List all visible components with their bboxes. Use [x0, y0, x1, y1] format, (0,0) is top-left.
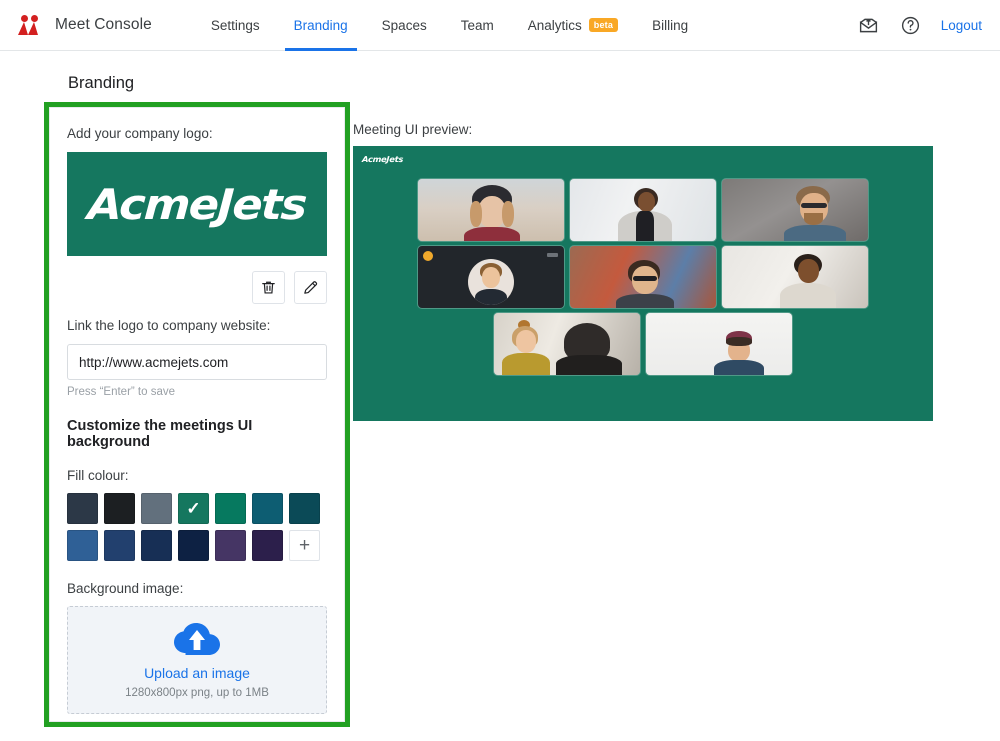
colour-swatch[interactable] [141, 530, 172, 561]
tab-label: Settings [210, 17, 260, 33]
tab-billing[interactable]: Billing [635, 0, 705, 51]
participant-tile[interactable] [646, 313, 792, 375]
page-title: Branding [68, 74, 135, 92]
fill-colour-label: Fill colour: [67, 468, 129, 483]
app-root: Meet Console Settings Branding Spaces Te… [0, 0, 1000, 741]
logo-section-label: Add your company logo: [67, 126, 213, 141]
preview-label: Meeting UI preview: [353, 122, 473, 137]
main-nav: Settings Branding Spaces Team Analytics … [194, 0, 705, 51]
company-logo-text: AcmeJets [86, 179, 308, 229]
check-icon: ✓ [186, 499, 201, 518]
edit-logo-button[interactable] [294, 271, 327, 304]
participant-row [418, 246, 868, 308]
participant-row [494, 313, 792, 375]
envelope-upload-icon[interactable] [857, 13, 881, 37]
colour-swatch[interactable] [215, 493, 246, 524]
avatar [468, 259, 514, 305]
colour-swatch[interactable] [104, 493, 135, 524]
branding-panel-highlight: Add your company logo: AcmeJets Link the… [44, 102, 350, 727]
tab-label: Team [460, 17, 494, 33]
tab-label: Billing [652, 17, 689, 33]
participant-tile[interactable] [418, 179, 564, 241]
plus-icon: + [298, 535, 311, 556]
website-link-input[interactable] [67, 344, 327, 380]
status-badge [423, 251, 433, 261]
fill-colour-swatches: ✓ + [67, 493, 327, 561]
customize-heading: Customize the meetings UI background [67, 418, 253, 450]
brand[interactable]: Meet Console [15, 11, 152, 39]
participant-tile[interactable] [570, 179, 716, 241]
participant-tile[interactable] [722, 179, 868, 241]
colour-swatch[interactable] [289, 493, 320, 524]
logo-actions [67, 271, 327, 304]
question-mark-circle-icon[interactable] [899, 13, 923, 37]
add-colour-button[interactable]: + [289, 530, 320, 561]
company-logo-preview: AcmeJets [67, 152, 327, 256]
save-hint: Press “Enter” to save [67, 386, 176, 398]
colour-swatch[interactable] [252, 530, 283, 561]
logout-link[interactable]: Logout [941, 18, 982, 33]
cloud-upload-icon [174, 622, 220, 655]
colour-swatch[interactable] [178, 530, 209, 561]
delete-logo-button[interactable] [252, 271, 285, 304]
colour-swatch[interactable] [215, 530, 246, 561]
header-actions: Logout [857, 13, 982, 37]
tab-label: Branding [293, 17, 348, 33]
beta-badge: beta [588, 18, 619, 32]
upload-hint: 1280x800px png, up to 1MB [125, 686, 269, 699]
colour-swatch[interactable] [252, 493, 283, 524]
colour-swatch[interactable] [67, 493, 98, 524]
colour-swatch[interactable] [141, 493, 172, 524]
participant-tile-camera-off[interactable] [418, 246, 564, 308]
tab-team[interactable]: Team [444, 0, 511, 51]
colour-swatch-selected[interactable]: ✓ [178, 493, 209, 524]
website-link-label: Link the logo to company website: [67, 318, 271, 333]
tile-menu-icon [547, 253, 558, 257]
tab-branding[interactable]: Branding [277, 0, 365, 51]
tab-spaces[interactable]: Spaces [365, 0, 444, 51]
colour-swatch[interactable] [67, 530, 98, 561]
upload-link[interactable]: Upload an image [144, 665, 250, 681]
upload-dropzone[interactable]: Upload an image 1280x800px png, up to 1M… [67, 606, 327, 714]
branding-panel: Add your company logo: AcmeJets Link the… [49, 107, 345, 722]
brand-title: Meet Console [55, 16, 152, 33]
tab-label: Analytics [527, 17, 582, 33]
meeting-ui-preview: AcmeJets [353, 146, 933, 421]
participant-tile[interactable] [494, 313, 640, 375]
participant-tile[interactable] [570, 246, 716, 308]
background-image-label: Background image: [67, 581, 184, 596]
participant-grid [353, 179, 933, 375]
preview-logo-text: AcmeJets [361, 155, 404, 164]
meet-console-logo-icon [15, 11, 45, 39]
tab-settings[interactable]: Settings [194, 0, 277, 51]
app-header: Meet Console Settings Branding Spaces Te… [0, 0, 1000, 51]
participant-row [418, 179, 868, 241]
colour-swatch[interactable] [104, 530, 135, 561]
tab-label: Spaces [381, 17, 427, 33]
participant-tile[interactable] [722, 246, 868, 308]
tab-analytics[interactable]: Analytics beta [511, 0, 635, 51]
